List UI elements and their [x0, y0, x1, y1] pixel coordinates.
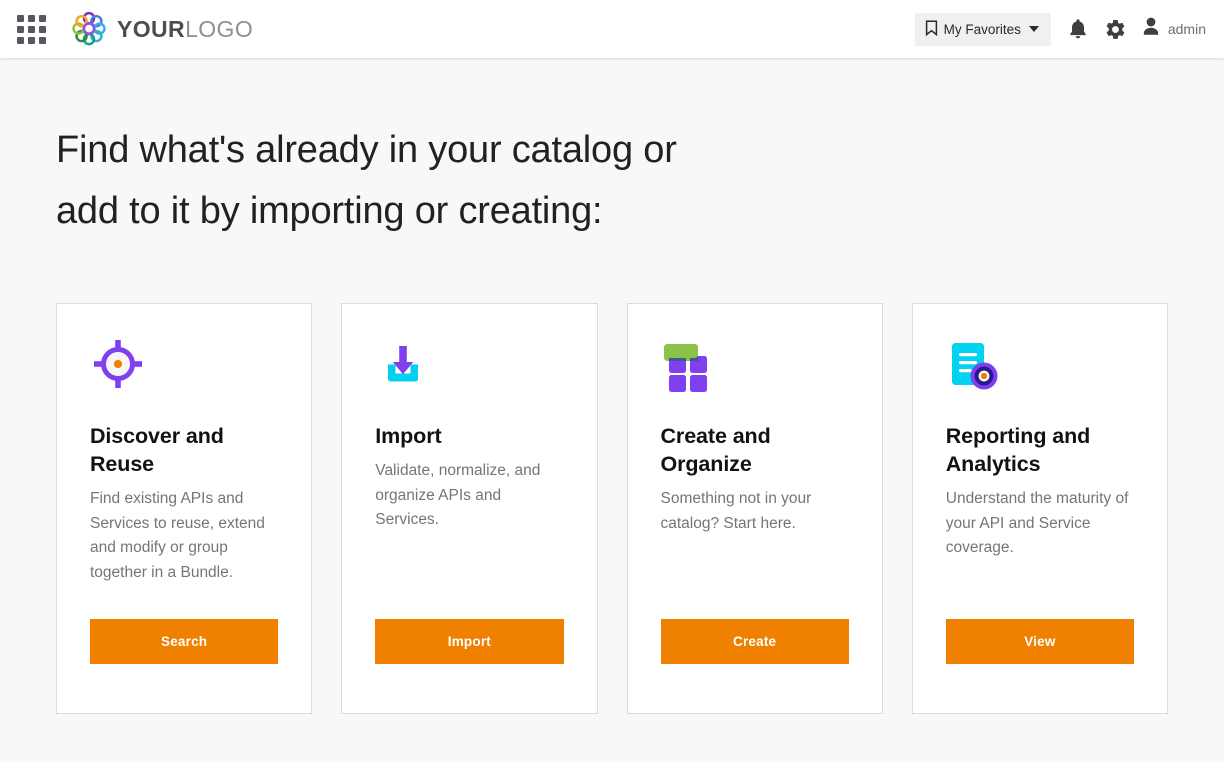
user-name-label: admin — [1167, 21, 1206, 37]
my-favorites-label: My Favorites — [943, 21, 1021, 37]
main-content: Find what's already in your catalog or a… — [0, 120, 1224, 714]
card-create-and-organize[interactable]: Create and Organize Something not in you… — [626, 303, 883, 714]
apps-grid-dot — [27, 25, 35, 33]
create-button[interactable]: Create — [660, 619, 849, 664]
app-header: YOURLOGO My Favorites admin — [0, 0, 1224, 58]
apps-grid-dot — [27, 36, 35, 44]
apps-grid-icon[interactable] — [14, 14, 48, 44]
card-description: Something not in your catalog? Start her… — [660, 490, 812, 532]
brand-wordmark-light: LOGO — [185, 15, 254, 42]
card-discover-and-reuse[interactable]: Discover and Reuse Find existing APIs an… — [56, 303, 313, 714]
target-crosshair-icon — [90, 336, 278, 392]
brand-wordmark-bold: YOUR — [117, 15, 186, 42]
view-button[interactable]: View — [945, 619, 1134, 664]
page-title-line-2: add to it by importing or creating: — [56, 190, 603, 232]
action-cards-row: Discover and Reuse Find existing APIs an… — [56, 303, 1168, 714]
page-title: Find what's already in your catalog or a… — [56, 120, 816, 242]
search-button[interactable]: Search — [90, 619, 279, 664]
card-description: Find existing APIs and Services to reuse… — [90, 490, 265, 581]
bookmark-icon — [925, 19, 938, 39]
apps-grid-dot — [38, 14, 46, 22]
user-menu[interactable]: admin — [1141, 16, 1206, 42]
card-import[interactable]: Import Validate, normalize, and organize… — [341, 303, 598, 714]
flower-ring-logo-icon — [70, 10, 108, 48]
bell-icon[interactable] — [1068, 18, 1088, 40]
apps-grid-dot — [27, 14, 35, 22]
apps-grid-dot — [38, 36, 46, 44]
brand-logo[interactable]: YOURLOGO — [70, 10, 253, 48]
card-reporting-and-analytics[interactable]: Reporting and Analytics Understand the m… — [911, 303, 1168, 714]
page-title-line-1: Find what's already in your catalog or — [56, 129, 677, 171]
brand-wordmark: YOURLOGO — [117, 15, 254, 42]
chevron-down-icon — [1028, 26, 1039, 32]
report-document-icon — [946, 336, 1134, 392]
apps-grid-dot — [38, 25, 46, 33]
download-tray-icon — [375, 336, 563, 392]
card-title: Reporting and Analytics — [945, 424, 1091, 476]
gear-icon[interactable] — [1105, 19, 1126, 40]
card-title: Discover and Reuse — [90, 424, 224, 476]
header-actions: My Favorites admin — [914, 12, 1206, 46]
card-description: Validate, normalize, and organize APIs a… — [375, 462, 541, 528]
apps-grid-dot — [16, 36, 24, 44]
apps-grid-dot — [16, 25, 24, 33]
flower-ring-logo-svg — [72, 11, 106, 46]
grid-blocks-icon — [661, 336, 849, 392]
card-title: Import — [375, 424, 442, 448]
person-icon — [1141, 16, 1161, 42]
apps-grid-dot — [16, 14, 24, 22]
card-description: Understand the maturity of your API and … — [945, 490, 1129, 556]
import-button[interactable]: Import — [375, 619, 564, 664]
card-title: Create and Organize — [660, 424, 771, 476]
my-favorites-button[interactable]: My Favorites — [914, 12, 1051, 46]
